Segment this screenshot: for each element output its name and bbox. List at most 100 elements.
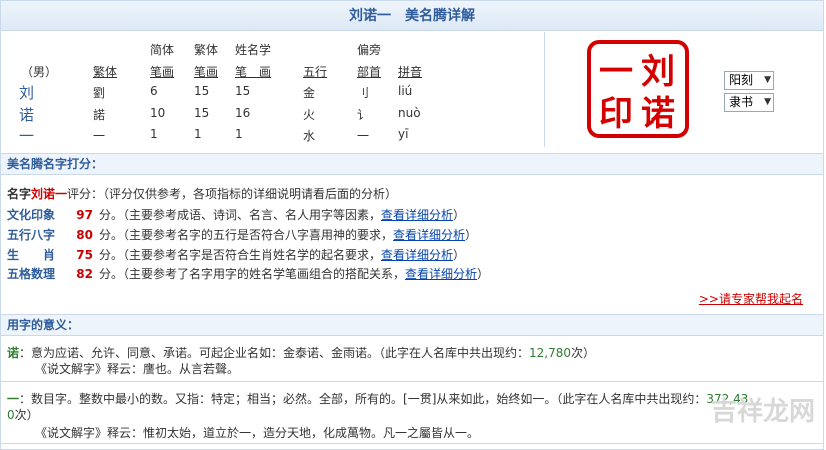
header-jianti-bottom: 笔画: [150, 65, 175, 79]
score-desc: （主要参考名字是否符合生肖姓名学的起名要求，: [123, 248, 382, 262]
score-end: ）: [477, 267, 490, 281]
score-intro-name: 刘诺一: [31, 187, 68, 201]
header-pinyin: 拼音: [398, 65, 423, 79]
detail-analysis-link[interactable]: 查看详细分析: [381, 208, 453, 222]
fan-2: 15: [194, 106, 210, 120]
score-value: 82: [76, 267, 93, 281]
char-3: 一: [19, 127, 35, 145]
score-value: 80: [76, 228, 93, 242]
score-intro: 名字刘诺一评分：（评分仅供参考，各项指标的详细说明请看后面的分析）: [7, 185, 397, 202]
divider: [1, 381, 823, 382]
score-value: 97: [76, 208, 93, 222]
detail-analysis-link[interactable]: 查看详细分析: [405, 267, 477, 281]
score-row-wuxing: 五行八字 80 分。（主要参考名字的五行是否符合八字喜用神的要求，查看详细分析）: [7, 226, 477, 243]
header-pianpang-bottom: 部首: [357, 65, 382, 79]
py-1: liú: [398, 84, 413, 98]
meaning-nuo-end: 次）: [571, 346, 596, 360]
bs-2: 讠: [357, 108, 370, 122]
xm-1: 15: [235, 84, 251, 98]
jian-1: 6: [150, 84, 158, 98]
bs-1: 刂: [357, 86, 370, 100]
py-2: nuò: [398, 106, 421, 120]
header-xingming-top: 姓名学: [235, 43, 272, 57]
meaning-yi-line1-wrap: 0次）: [7, 406, 39, 423]
score-unit: 分。: [99, 208, 124, 222]
score-label: 五格数理: [7, 267, 56, 281]
svg-text:刘: 刘: [641, 52, 675, 92]
header-xingming-bottom: 笔 画: [235, 65, 272, 79]
expert-naming-link[interactable]: >>请专家帮我起名: [699, 290, 803, 307]
meaning-nuo-count: 12,780: [529, 346, 572, 360]
fanti-3: 一: [93, 129, 106, 143]
fanti-1: 劉: [93, 86, 106, 100]
seal-font-select[interactable]: 隶书 ▼: [724, 93, 774, 112]
seal-style-value: 阳刻: [729, 73, 754, 87]
wx-1: 金: [303, 86, 316, 100]
score-value: 75: [76, 248, 93, 262]
meaning-section-header: 用字的意义：: [1, 314, 823, 336]
meaning-nuo-text: ：意为应诺、允许、同意、承诺。可起企业名如：金泰诺、金雨诺。（此字在人名库中共出…: [19, 346, 530, 360]
score-unit: 分。: [99, 248, 124, 262]
score-section-header: 美名腾名字打分：: [1, 153, 823, 175]
svg-text:一: 一: [599, 52, 633, 92]
fanti-2: 諾: [93, 108, 106, 122]
score-desc: （主要参考了名字用字的姓名学笔画组合的搭配关系，: [123, 267, 406, 281]
seal-font-value: 隶书: [729, 95, 754, 109]
score-unit: 分。: [99, 228, 124, 242]
fan-1: 15: [194, 84, 210, 98]
xm-3: 1: [235, 127, 243, 141]
meaning-nuo-shuowen: 《说文解字》释云：譍也。从言若聲。: [35, 362, 240, 376]
detail-analysis-link[interactable]: 查看详细分析: [381, 248, 453, 262]
score-end: ）: [465, 228, 478, 242]
xm-2: 16: [235, 106, 251, 120]
detail-analysis-link[interactable]: 查看详细分析: [393, 228, 465, 242]
header-pianpang-top: 偏旁: [357, 43, 382, 57]
divider: [1, 443, 823, 444]
chevron-down-icon: ▼: [764, 75, 771, 85]
fan-3: 1: [194, 127, 202, 141]
header-fanti: 繁体: [93, 65, 118, 79]
score-unit: 分。: [99, 267, 124, 281]
seal-panel: 刘 诺 一 印 阳刻 ▼ 隶书 ▼: [546, 32, 823, 147]
svg-text:诺: 诺: [641, 94, 675, 134]
header-fanti2-bottom: 笔画: [194, 65, 219, 79]
header-jianti-top: 简体: [150, 43, 175, 57]
meaning-nuo-line1: 诺：意为应诺、允许、同意、承诺。可起企业名如：金泰诺、金雨诺。（此字在人名库中共…: [7, 344, 595, 361]
page-frame: 刘诺一 美名腾详解 （男） 繁体 简体 笔画 繁体 笔画 姓名学 笔 画 五行 …: [0, 0, 824, 450]
meaning-yi-end: 次）: [14, 408, 39, 422]
page-title: 刘诺一 美名腾详解: [1, 1, 823, 31]
char-2: 诺: [19, 106, 35, 124]
score-desc: （主要参考成语、诗词、名言、名人用字等因素，: [123, 208, 382, 222]
char-1: 刘: [19, 84, 35, 102]
score-label: 文化印象: [7, 208, 56, 222]
score-end: ）: [453, 208, 466, 222]
svg-text:印: 印: [599, 94, 633, 134]
site-watermark: 吉祥龙网: [710, 397, 815, 427]
name-info-panel: （男） 繁体 简体 笔画 繁体 笔画 姓名学 笔 画 五行 偏旁 部首 拼音 刘…: [1, 32, 545, 147]
score-row-wuge: 五格数理 82 分。（主要参考了名字用字的姓名学笔画组合的搭配关系，查看详细分析）: [7, 265, 489, 282]
score-row-wenhua: 文化印象 97 分。（主要参考成语、诗词、名言、名人用字等因素，查看详细分析）: [7, 206, 465, 223]
gender-label: （男）: [21, 65, 58, 79]
score-intro-text: 评分：（评分仅供参考，各项指标的详细说明请看后面的分析）: [67, 187, 398, 201]
meaning-yi-count-b: 0: [7, 408, 15, 422]
header-wuxing: 五行: [303, 65, 328, 79]
score-label: 五行八字: [7, 228, 56, 242]
wx-2: 火: [303, 108, 316, 122]
bs-3: 一: [357, 129, 370, 143]
meaning-yi-text: ：数目字。整数中最小的数。又指：特定；相当；必然。全部，所有的。[一贯]从来如此…: [19, 392, 707, 406]
score-end: ）: [453, 248, 466, 262]
header-fanti2-top: 繁体: [194, 43, 219, 57]
jian-3: 1: [150, 127, 158, 141]
name-seal-image: 刘 诺 一 印: [587, 40, 689, 138]
jian-2: 10: [150, 106, 166, 120]
chevron-down-icon: ▼: [764, 97, 771, 107]
score-desc: （主要参考名字的五行是否符合八字喜用神的要求，: [123, 228, 394, 242]
seal-style-select[interactable]: 阳刻 ▼: [724, 71, 774, 90]
py-3: yī: [398, 127, 409, 141]
score-row-shengxiao: 生 肖 75 分。（主要参考名字是否符合生肖姓名学的起名要求，查看详细分析）: [7, 246, 465, 263]
meaning-yi-line1: 一：数目字。整数中最小的数。又指：特定；相当；必然。全部，所有的。[一贯]从来如…: [7, 390, 748, 407]
meaning-yi-shuowen: 《说文解字》释云：惟初太始，道立於一，造分天地，化成萬物。凡一之屬皆从一。: [35, 426, 480, 440]
meaning-yi-char: 一: [7, 392, 20, 406]
meaning-nuo-char: 诺: [7, 346, 20, 360]
wx-3: 水: [303, 129, 316, 143]
